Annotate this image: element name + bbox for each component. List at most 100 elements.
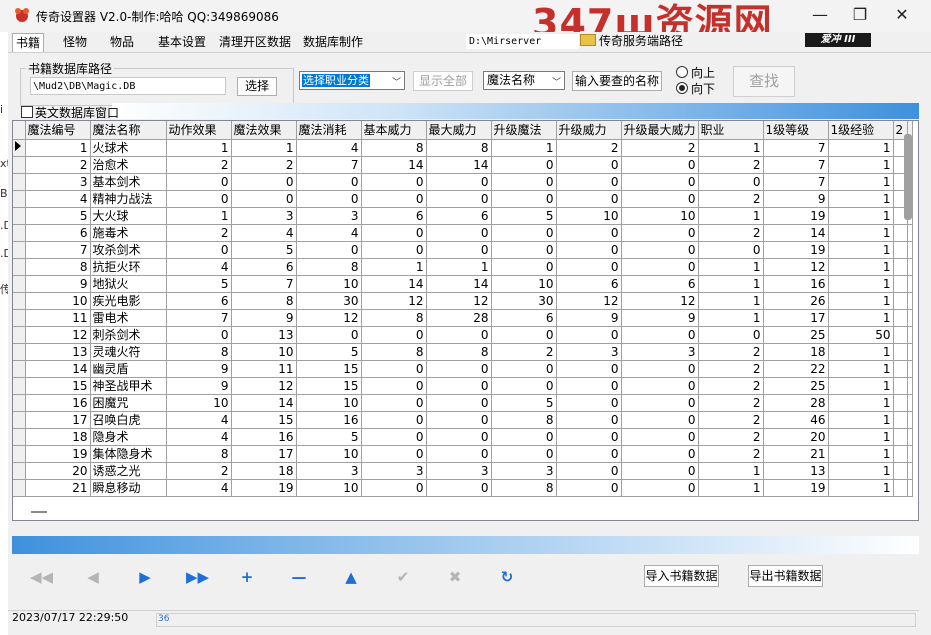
grid-cell[interactable]: 2 [166,462,232,480]
grid-cell[interactable]: 14 [426,275,492,293]
row-indicator[interactable] [13,462,26,480]
row-indicator[interactable] [13,190,26,208]
grid-cell[interactable]: 0 [491,445,557,463]
grid-cell[interactable]: 8 [25,258,91,276]
magic-name-cell[interactable]: 大火球 [90,207,167,225]
grid-cell[interactable]: 30 [491,292,557,310]
grid-cell[interactable]: 9 [25,275,91,293]
grid-cell[interactable]: 0 [426,241,492,259]
magic-name-cell[interactable]: 幽灵盾 [90,360,167,378]
grid-cell[interactable]: 2 [491,343,557,361]
direction-down-radio[interactable] [676,82,688,94]
grid-cell[interactable]: 0 [426,377,492,395]
row-indicator[interactable] [13,377,26,395]
grid-cell[interactable]: 11 [231,360,297,378]
table-row[interactable]: 2 治愈术 2 2 7 14 14 0 0 0 2 7 1 [13,156,913,174]
grid-cell[interactable]: 0 [556,479,622,497]
grid-cell[interactable]: 14 [426,156,492,174]
grid-cell[interactable]: 0 [491,360,557,378]
grid-cell[interactable]: 14 [25,360,91,378]
grid-cell[interactable]: 19 [763,241,829,259]
magic-name-cell[interactable]: 瞬息移动 [90,479,167,497]
grid-cell[interactable]: 0 [621,156,699,174]
grid-cell[interactable]: 12 [231,377,297,395]
grid-cell[interactable]: 0 [491,258,557,276]
grid-cell[interactable]: 0 [491,326,557,344]
grid-cell[interactable]: 0 [361,190,427,208]
grid-cell[interactable]: 0 [621,190,699,208]
grid-cell[interactable]: 0 [426,326,492,344]
grid-cell[interactable]: 0 [426,360,492,378]
table-row[interactable]: 7 攻杀剑术 0 5 0 0 0 0 0 0 0 19 1 [13,241,913,259]
grid-cell[interactable]: 0 [491,428,557,446]
grid-cell[interactable]: 0 [621,377,699,395]
table-row[interactable]: 21 瞬息移动 4 19 10 0 0 8 0 0 1 19 1 [13,479,913,497]
grid-cell[interactable]: 0 [361,326,427,344]
grid-cell[interactable]: 18 [25,428,91,446]
grid-cell[interactable]: 26 [763,292,829,310]
grid-cell[interactable]: 0 [621,326,699,344]
magic-name-cell[interactable]: 基本剑术 [90,173,167,191]
grid-cell[interactable]: 0 [166,173,232,191]
search-field-select[interactable]: 魔法名称 ﹀ [483,71,565,90]
close-button[interactable]: ✕ [885,4,919,26]
table-row[interactable]: 10 疾光电影 6 8 30 12 12 30 12 12 1 26 1 [13,292,913,310]
grid-cell[interactable]: 25 [763,377,829,395]
column-header[interactable]: 魔法效果 [231,121,297,140]
grid-cell[interactable]: 20 [25,462,91,480]
row-indicator[interactable] [13,207,26,225]
grid-cell[interactable]: 1 [828,139,894,157]
tab-clear-data[interactable]: 清理开区数据 [216,33,294,51]
table-row[interactable]: 13 灵魂火符 8 10 5 8 8 2 3 3 2 18 1 [13,343,913,361]
tab-items[interactable]: 物品 [107,33,137,51]
column-header[interactable]: 升级最大威力 [621,121,699,140]
magic-name-cell[interactable]: 集体隐身术 [90,445,167,463]
grid-cell[interactable]: 1 [166,207,232,225]
grid-cell[interactable]: 10 [166,394,232,412]
grid-cell[interactable]: 2 [698,190,764,208]
grid-cell[interactable]: 17 [763,309,829,327]
cancel-icon[interactable]: ✖ [444,567,466,587]
grid-cell[interactable]: 4 [25,190,91,208]
grid-cell[interactable]: 0 [491,377,557,395]
grid-cell[interactable]: 14 [361,156,427,174]
grid-cell[interactable]: 12 [621,292,699,310]
grid-cell[interactable]: 1 [828,309,894,327]
table-row[interactable]: 15 神圣战甲术 9 12 15 0 0 0 0 0 2 25 1 [13,377,913,395]
grid-cell[interactable]: 1 [828,343,894,361]
grid-cell[interactable]: 9 [166,360,232,378]
grid-cell[interactable]: 11 [25,309,91,327]
grid-cell[interactable]: 0 [621,445,699,463]
grid-cell[interactable]: 3 [426,462,492,480]
tab-books[interactable]: 书籍 [12,33,45,52]
search-name-button[interactable]: 输入要查的名称 [572,71,662,91]
grid-cell[interactable]: 2 [698,224,764,242]
grid-cell[interactable]: 0 [491,190,557,208]
grid-cell[interactable]: 0 [361,445,427,463]
grid-cell[interactable]: 0 [361,377,427,395]
delete-icon[interactable]: — [288,567,310,587]
grid-cell[interactable]: 8 [491,411,557,429]
grid-cell[interactable]: 0 [556,156,622,174]
insert-icon[interactable]: + [236,567,258,587]
magic-name-cell[interactable]: 精神力战法 [90,190,167,208]
grid-cell[interactable]: 13 [231,326,297,344]
grid-cell[interactable]: 6 [231,258,297,276]
find-button[interactable]: 查找 [733,66,795,97]
row-indicator[interactable] [13,445,26,463]
grid-cell[interactable]: 1 [828,428,894,446]
row-indicator[interactable] [13,411,26,429]
grid-cell[interactable]: 25 [763,326,829,344]
grid-cell[interactable]: 0 [621,224,699,242]
grid-cell[interactable]: 1 [698,292,764,310]
server-path-button[interactable]: 传奇服务端路径 [578,33,688,50]
grid-cell[interactable]: 0 [426,411,492,429]
grid-cell[interactable]: 9 [166,377,232,395]
grid-cell[interactable]: 5 [296,343,362,361]
grid-cell[interactable]: 8 [491,479,557,497]
grid-cell[interactable]: 20 [763,428,829,446]
grid-cell[interactable]: 0 [361,479,427,497]
column-header[interactable]: 魔法消耗 [296,121,362,140]
grid-cell[interactable]: 1 [828,241,894,259]
grid-cell[interactable]: 2 [166,156,232,174]
